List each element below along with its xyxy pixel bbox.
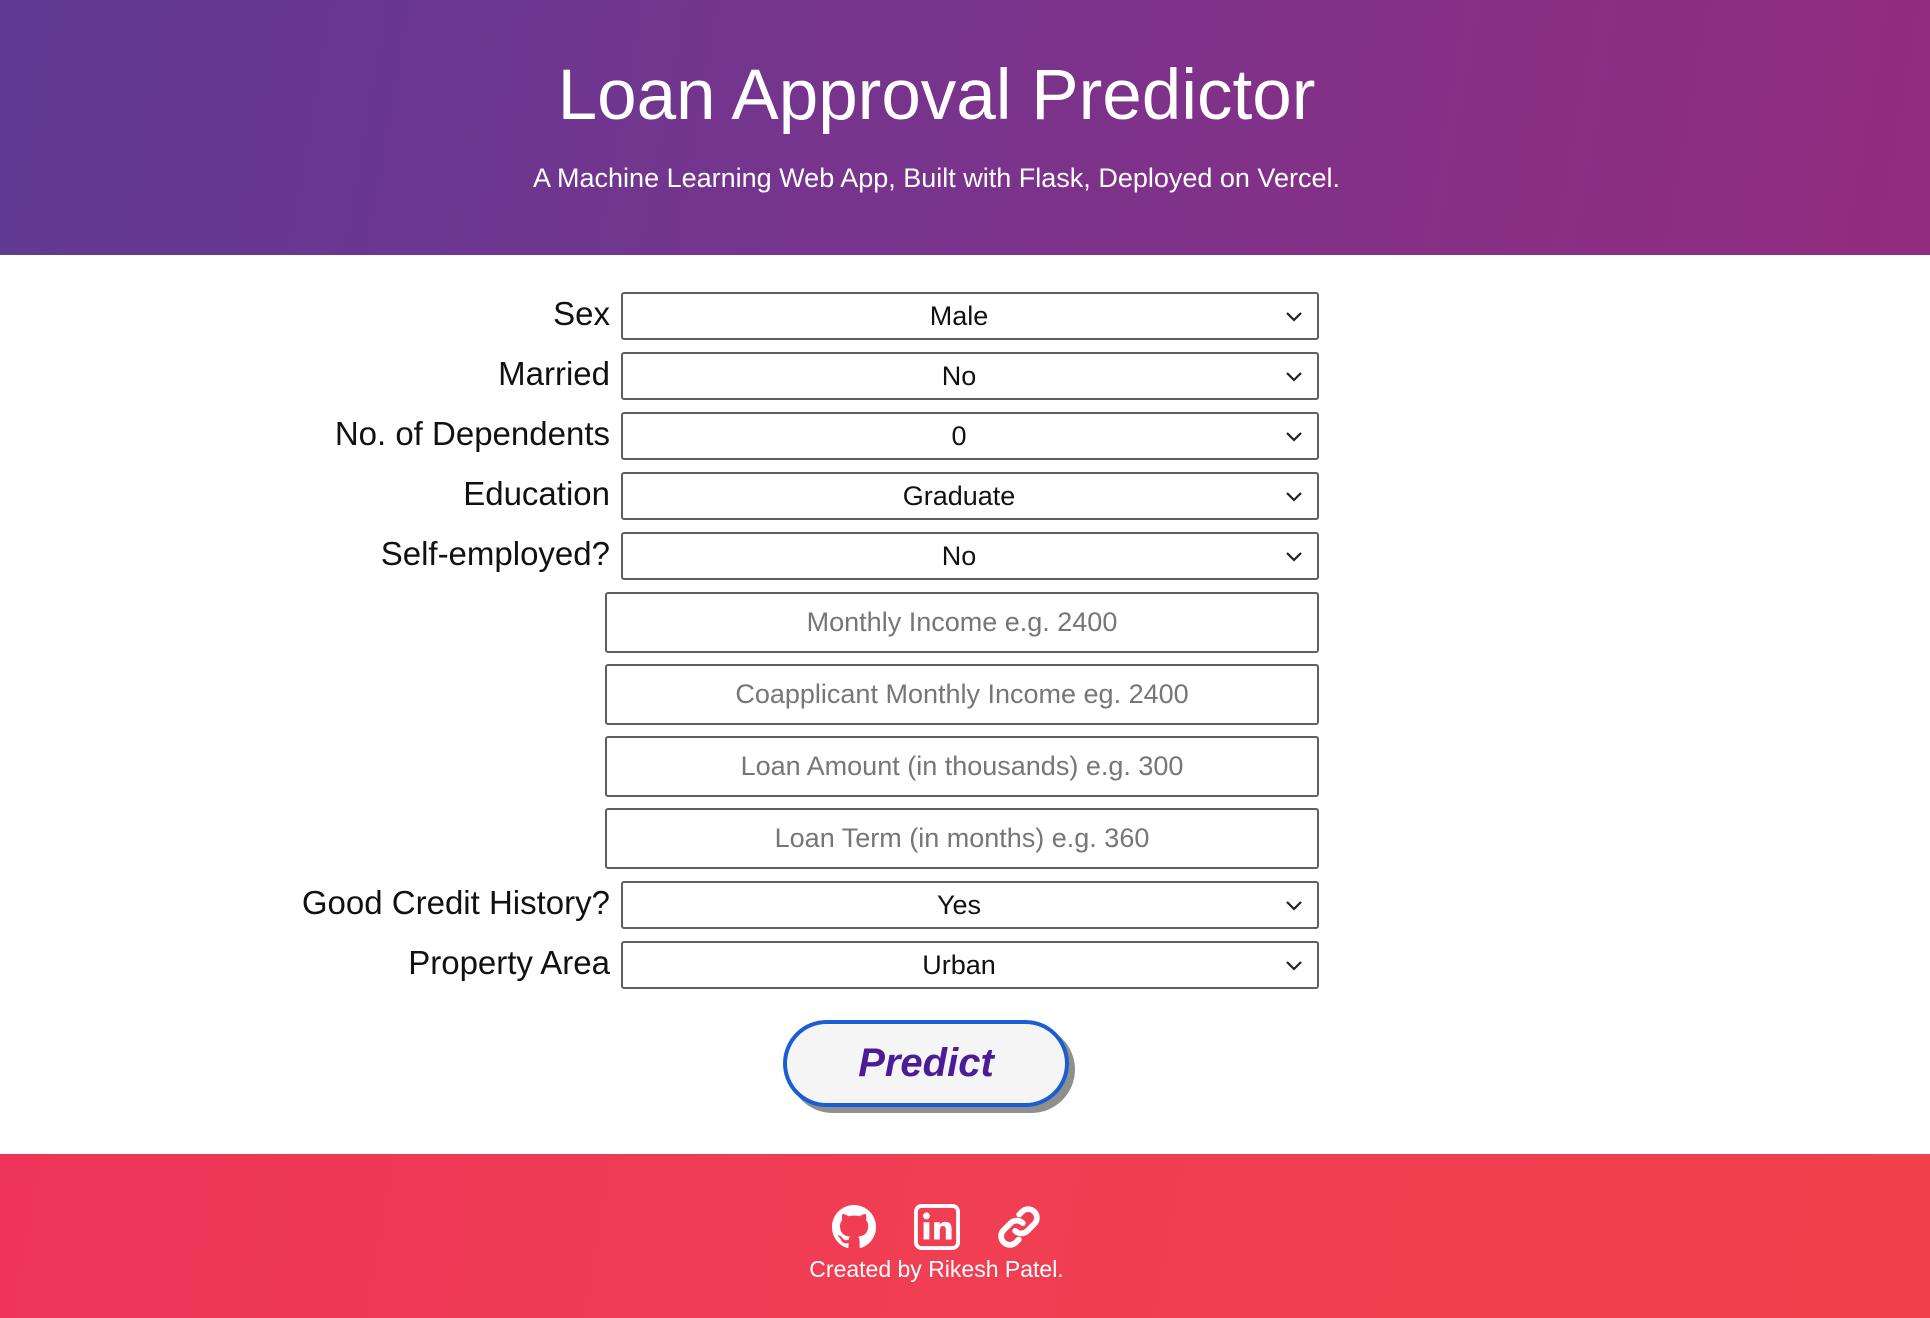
chevron-down-icon <box>1286 961 1302 971</box>
page-title: Loan Approval Predictor <box>557 56 1316 135</box>
married-select[interactable]: No <box>621 352 1319 400</box>
chevron-down-icon <box>1286 901 1302 911</box>
property-area-label: Property Area <box>408 944 610 981</box>
self-employed-label: Self-employed? <box>380 535 610 572</box>
monthly-income-input[interactable] <box>605 592 1319 653</box>
credit-history-select[interactable]: Yes <box>621 881 1319 929</box>
dependents-label: No. of Dependents <box>334 415 610 452</box>
chevron-down-icon <box>1286 372 1302 382</box>
chevron-down-icon <box>1286 312 1302 322</box>
footer-credit: Created by Rikesh Patel. <box>809 1256 1064 1282</box>
page-footer <box>0 1154 1930 1318</box>
self-employed-select[interactable]: No <box>621 532 1319 580</box>
github-icon[interactable] <box>831 1204 877 1250</box>
coapplicant-income-input[interactable] <box>605 664 1319 725</box>
sex-label: Sex <box>553 295 610 332</box>
link-icon[interactable] <box>996 1204 1042 1250</box>
property-area-select-value: Urban <box>922 950 996 980</box>
education-select-value: Graduate <box>902 481 1016 511</box>
chevron-down-icon <box>1286 492 1302 502</box>
chevron-down-icon <box>1286 432 1302 442</box>
predict-button[interactable]: Predict <box>783 1020 1069 1107</box>
married-label: Married <box>498 355 610 392</box>
page-header: Loan Approval Predictor A Machine Learni… <box>0 0 1930 255</box>
dependents-select-value: 0 <box>951 421 967 451</box>
credit-history-label: Good Credit History? <box>301 884 610 921</box>
married-select-value: No <box>941 361 977 391</box>
property-area-select[interactable]: Urban <box>621 941 1319 989</box>
credit-history-select-value: Yes <box>936 890 982 920</box>
social-links <box>0 1204 1873 1255</box>
sex-select[interactable]: Male <box>621 292 1319 340</box>
chevron-down-icon <box>1286 552 1302 562</box>
dependents-select[interactable]: 0 <box>621 412 1319 460</box>
loan-term-input[interactable] <box>605 808 1319 869</box>
sex-select-value: Male <box>929 301 989 331</box>
page-subtitle: A Machine Learning Web App, Built with F… <box>533 163 1340 193</box>
education-select[interactable]: Graduate <box>621 472 1319 520</box>
linkedin-icon[interactable] <box>913 1204 960 1250</box>
education-label: Education <box>463 475 610 512</box>
self-employed-select-value: No <box>941 541 977 571</box>
loan-amount-input[interactable] <box>605 736 1319 797</box>
